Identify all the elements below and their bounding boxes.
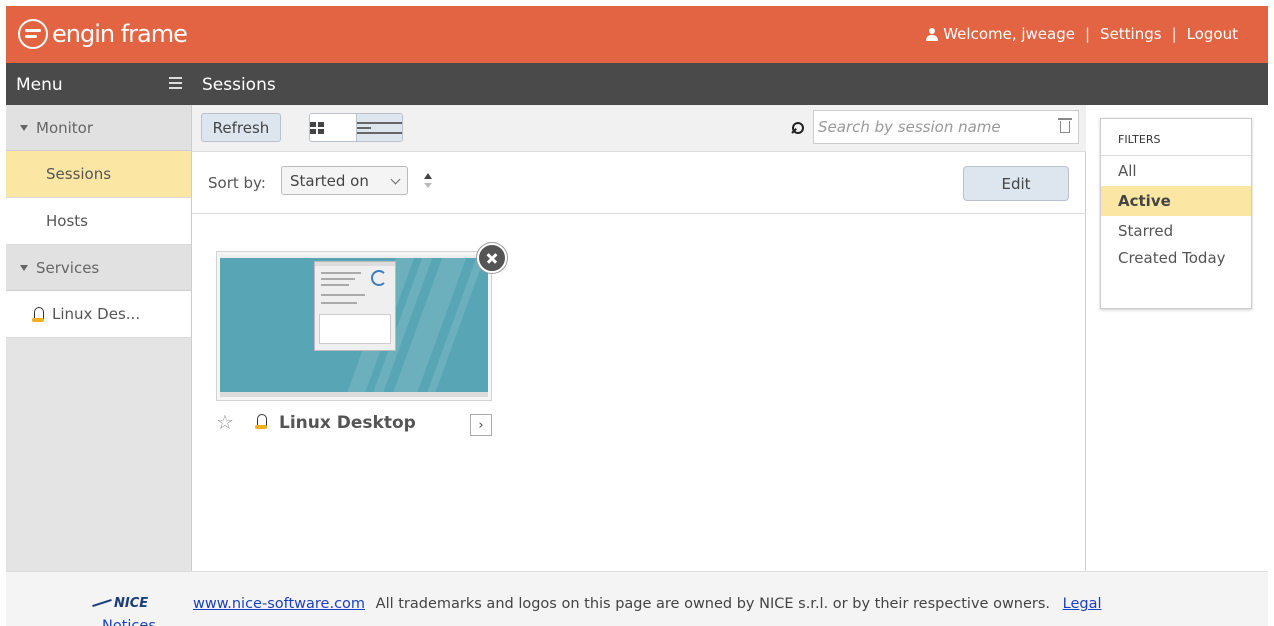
filters-box: FILTERS All Active Starred Created Today bbox=[1100, 118, 1252, 309]
search-input[interactable] bbox=[814, 111, 1054, 143]
sort-bar: Sort by: Started on Edit bbox=[192, 152, 1086, 214]
nice-website-link[interactable]: www.nice-software.com bbox=[193, 596, 365, 612]
nice-logo: NICE bbox=[114, 596, 149, 611]
hamburger-menu-icon[interactable] bbox=[169, 77, 182, 89]
page-footer: NICE www.nice-software.com All trademark… bbox=[6, 571, 1268, 626]
filters-heading: FILTERS bbox=[1101, 119, 1251, 156]
close-session-icon[interactable] bbox=[477, 243, 507, 273]
search-icon bbox=[792, 122, 804, 134]
filter-starred[interactable]: Starred bbox=[1101, 216, 1251, 246]
sidebar: Monitor Sessions Hosts Services Linux De… bbox=[6, 105, 192, 571]
grid-view-button[interactable] bbox=[310, 114, 357, 141]
sidebar-item-label: Sessions bbox=[46, 165, 112, 183]
refresh-button[interactable]: Refresh bbox=[201, 113, 281, 142]
welcome-text: Welcome, jweage bbox=[943, 25, 1075, 43]
nav-separator: | bbox=[1171, 25, 1177, 43]
menu-header: Menu bbox=[6, 63, 192, 105]
sidebar-section-monitor[interactable]: Monitor bbox=[6, 105, 191, 151]
legal-notices-link[interactable]: Legal bbox=[1063, 596, 1102, 612]
sidebar-section-label: Services bbox=[36, 258, 100, 277]
footer-text-line: www.nice-software.com All trademarks and… bbox=[193, 596, 1102, 612]
session-card-footer: ☆ Linux Desktop › bbox=[216, 411, 496, 437]
sort-select[interactable]: Started on bbox=[281, 166, 408, 195]
filter-active[interactable]: Active bbox=[1101, 186, 1251, 216]
edit-button[interactable]: Edit bbox=[963, 166, 1069, 201]
sidebar-section-label: Monitor bbox=[36, 118, 94, 137]
user-nav: Welcome, jweage | Settings | Logout bbox=[926, 25, 1238, 43]
sort-direction-icon[interactable] bbox=[424, 173, 432, 189]
sessions-toolbar: Refresh bbox=[192, 105, 1086, 152]
sort-selected-value: Started on bbox=[290, 171, 369, 190]
session-name[interactable]: Linux Desktop bbox=[279, 413, 416, 433]
linux-tux-icon bbox=[32, 306, 44, 322]
linux-tux-icon bbox=[255, 414, 267, 429]
logo-mark-icon bbox=[18, 19, 48, 49]
logo-text: engin frame bbox=[52, 20, 188, 48]
page-title: Sessions bbox=[202, 75, 276, 95]
user-icon bbox=[926, 27, 939, 41]
list-icon bbox=[356, 121, 402, 134]
page-title-bar: Sessions bbox=[192, 63, 1268, 105]
sessions-main-panel: Refresh Sort by: Started on Edit bbox=[192, 105, 1086, 571]
menu-title: Menu bbox=[16, 75, 63, 95]
filter-all[interactable]: All bbox=[1101, 156, 1251, 186]
legal-notices-link-wrap[interactable]: Notices bbox=[102, 618, 156, 626]
session-card[interactable] bbox=[216, 251, 492, 401]
caret-down-icon bbox=[20, 264, 28, 271]
view-toggle bbox=[309, 113, 403, 142]
logout-link[interactable]: Logout bbox=[1187, 25, 1238, 43]
list-view-button[interactable] bbox=[356, 114, 402, 141]
session-search bbox=[792, 110, 1079, 144]
session-thumbnail[interactable] bbox=[220, 255, 488, 397]
chevron-down-icon bbox=[390, 174, 401, 185]
clear-search-icon[interactable] bbox=[1058, 118, 1072, 133]
sidebar-item-label: Linux Des... bbox=[52, 305, 141, 323]
settings-link[interactable]: Settings bbox=[1100, 25, 1162, 43]
caret-down-icon bbox=[20, 124, 28, 131]
open-session-button[interactable]: › bbox=[470, 414, 492, 436]
sidebar-item-sessions[interactable]: Sessions bbox=[6, 151, 191, 198]
app-header: engin frame Welcome, jweage | Settings |… bbox=[6, 6, 1268, 63]
filter-created-today[interactable]: Created Today bbox=[1101, 246, 1251, 290]
star-icon[interactable]: ☆ bbox=[216, 411, 234, 433]
sidebar-item-label: Hosts bbox=[46, 212, 88, 230]
nav-separator: | bbox=[1084, 25, 1091, 43]
sidebar-section-services[interactable]: Services bbox=[6, 245, 191, 291]
trademark-text: All trademarks and logos on this page ar… bbox=[375, 596, 1051, 612]
thumbnail-window bbox=[314, 261, 396, 351]
enginframe-logo[interactable]: engin frame bbox=[18, 19, 188, 49]
sidebar-item-linux-desktop[interactable]: Linux Des... bbox=[6, 291, 191, 338]
sidebar-item-hosts[interactable]: Hosts bbox=[6, 198, 191, 245]
grid-icon bbox=[310, 121, 356, 134]
sort-label: Sort by: bbox=[208, 174, 266, 192]
